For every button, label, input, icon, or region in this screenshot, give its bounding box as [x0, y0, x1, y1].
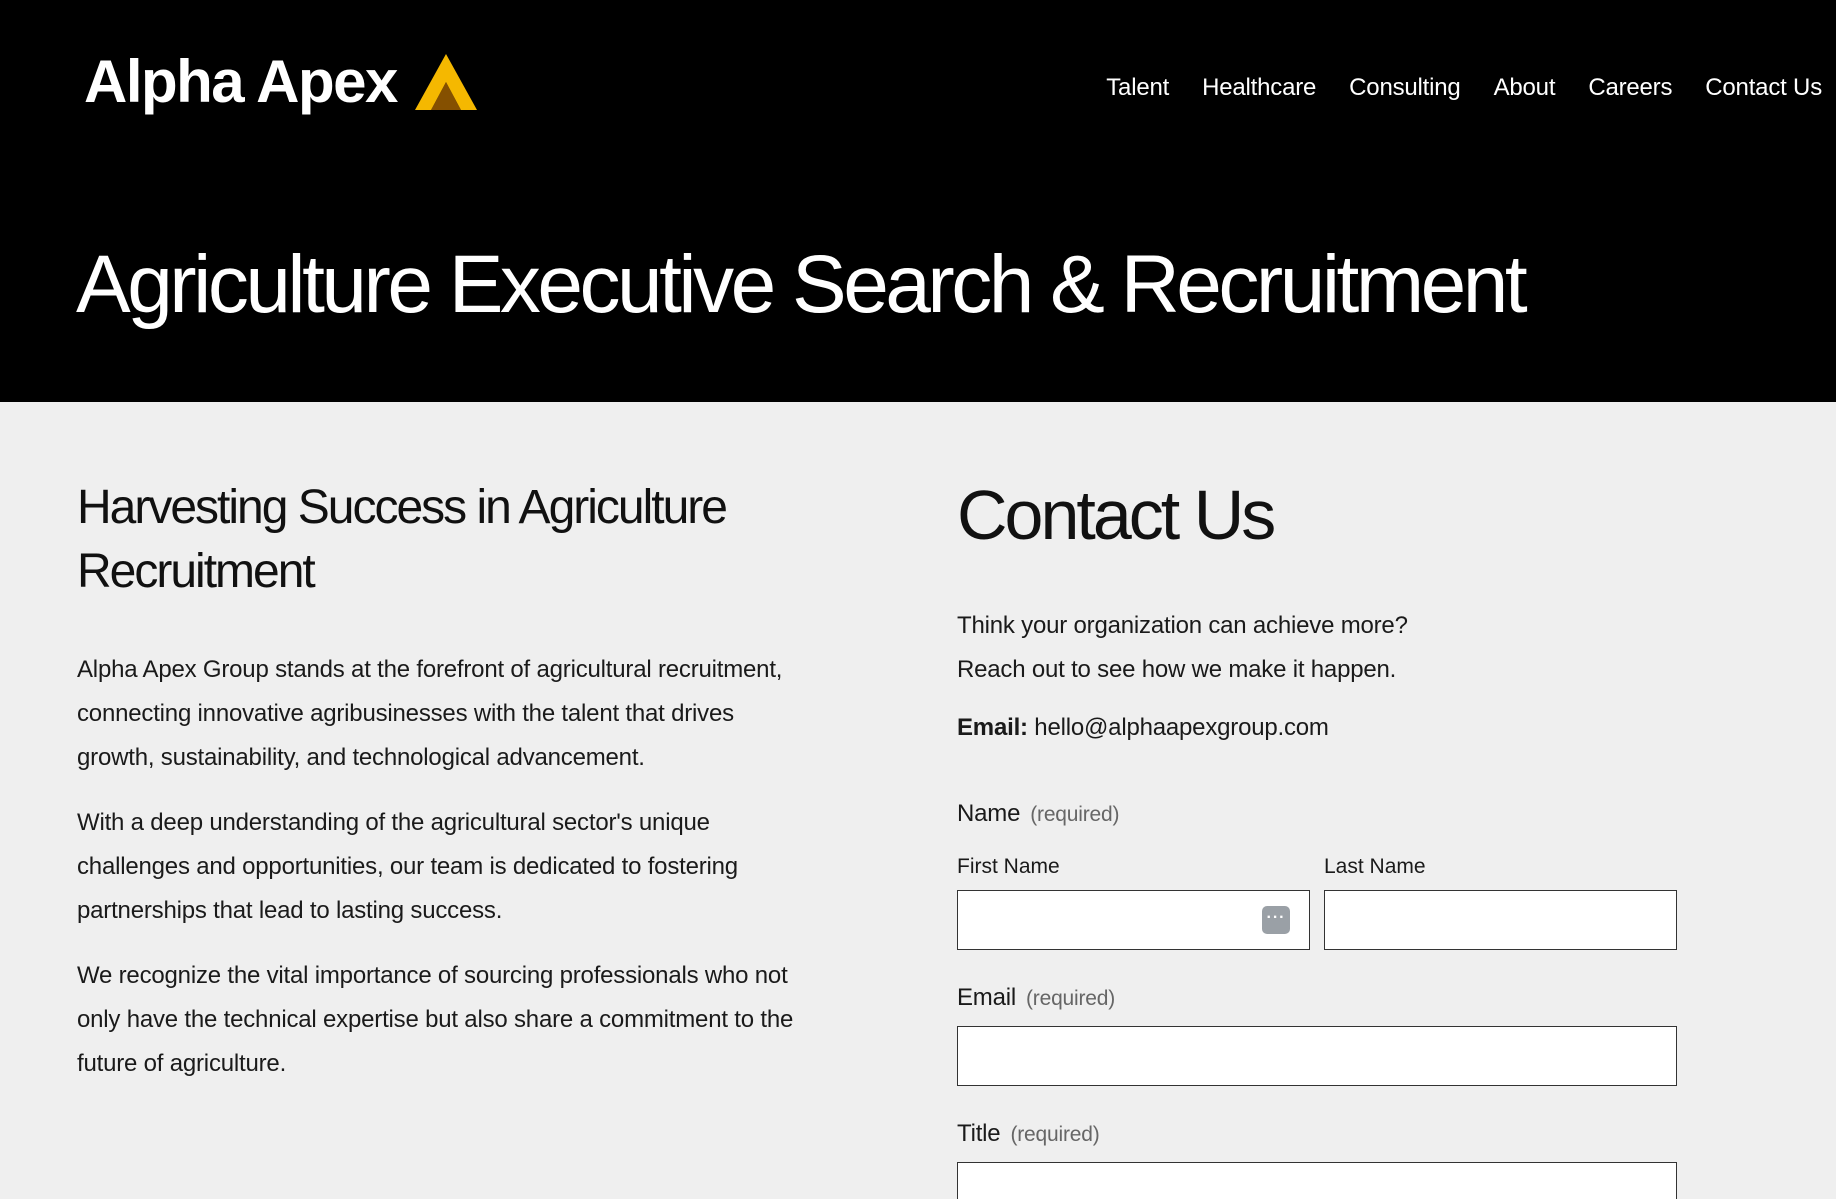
intro-paragraphs: Alpha Apex Group stands at the forefront…	[77, 648, 807, 1086]
nav-consulting[interactable]: Consulting	[1349, 76, 1461, 100]
contact-email: Email: hello@alphaapexgroup.com	[957, 710, 1677, 746]
required-indicator: (required)	[1030, 803, 1120, 826]
contact-section: Contact Us Think your organization can a…	[957, 476, 1677, 1199]
intro-heading: Harvesting Success in Agriculture Recrui…	[77, 481, 728, 598]
title-input[interactable]	[957, 1162, 1677, 1199]
title-label-text: Title	[957, 1120, 1001, 1147]
required-indicator: (required)	[1026, 987, 1116, 1010]
email-label-text: Email	[957, 984, 1017, 1011]
contact-intro-line: Think your organization can achieve more…	[957, 612, 1408, 639]
contact-intro: Think your organization can achieve more…	[957, 604, 1677, 692]
required-indicator: (required)	[1010, 1123, 1100, 1146]
email-label: Email:	[957, 714, 1028, 741]
email-input[interactable]	[957, 1026, 1677, 1086]
site-logo[interactable]: Alpha Apex	[84, 52, 477, 112]
main-nav: Talent Healthcare Consulting About Caree…	[1106, 76, 1822, 100]
nav-healthcare[interactable]: Healthcare	[1202, 76, 1316, 100]
last-name-input[interactable]	[1324, 890, 1677, 950]
intro-paragraph: Alpha Apex Group stands at the forefront…	[77, 656, 783, 771]
intro-paragraph: With a deep understanding of the agricul…	[77, 809, 738, 924]
contact-heading: Contact Us	[957, 476, 1276, 554]
nav-careers[interactable]: Careers	[1588, 76, 1672, 100]
intro-paragraph: We recognize the vital importance of sou…	[77, 962, 794, 1077]
hero-header: Alpha Apex Talent Healthcare Consulting …	[0, 0, 1836, 402]
autofill-dots-icon[interactable]: ···	[1262, 906, 1290, 934]
contact-intro-line: Reach out to see how we make it happen.	[957, 656, 1397, 683]
email-value[interactable]: hello@alphaapexgroup.com	[1034, 714, 1329, 741]
first-name-label: First Name	[957, 855, 1060, 878]
nav-about[interactable]: About	[1494, 76, 1556, 100]
nav-talent[interactable]: Talent	[1106, 76, 1169, 100]
email-field-label: Email (required)	[957, 986, 1115, 1010]
first-name-input[interactable]	[957, 890, 1310, 950]
name-label-text: Name	[957, 800, 1021, 827]
name-field-label: Name (required)	[957, 802, 1119, 826]
page-title: Agriculture Executive Search & Recruitme…	[76, 239, 1528, 330]
last-name-label: Last Name	[1324, 855, 1426, 878]
logo-text: Alpha Apex	[84, 48, 398, 115]
apex-triangle-icon	[414, 54, 477, 110]
title-field-label: Title (required)	[957, 1122, 1100, 1146]
nav-contact-us[interactable]: Contact Us	[1705, 76, 1822, 100]
intro-section: Harvesting Success in Agriculture Recrui…	[77, 476, 807, 1107]
